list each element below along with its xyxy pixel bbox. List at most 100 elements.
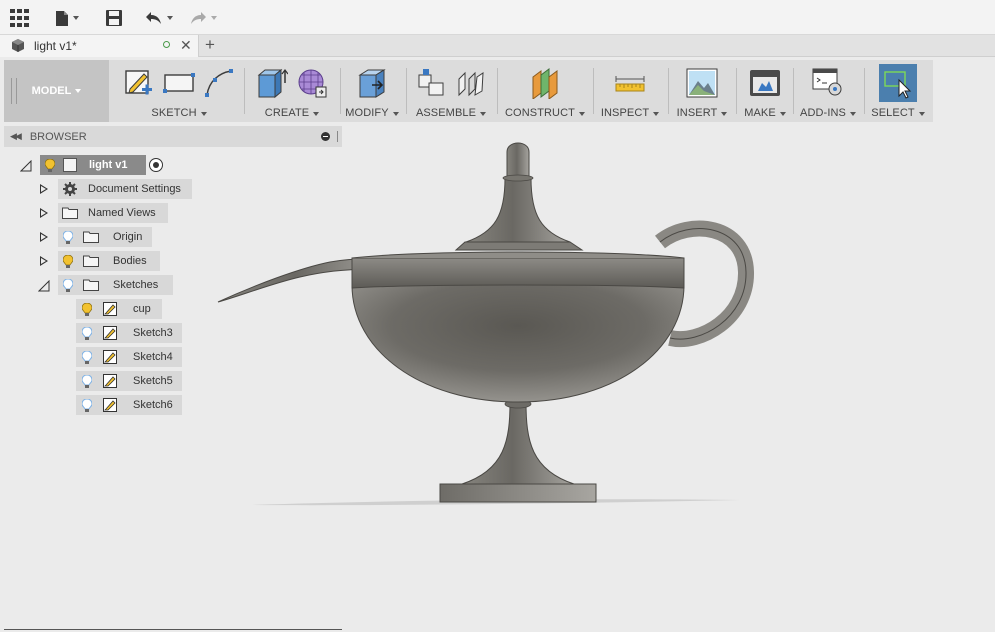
inspect-label: INSPECT	[600, 107, 650, 119]
chevron-down-icon	[779, 112, 786, 116]
browser-item-sketches[interactable]: Sketches	[58, 275, 173, 295]
sketch-label: Sketch3	[133, 327, 173, 339]
chevron-down-icon	[653, 112, 660, 116]
root-component-label: light v1	[89, 159, 128, 171]
expand-arrow-icon[interactable]	[40, 232, 48, 242]
assemble-group[interactable]: ASSEMBLE	[410, 60, 492, 122]
select-icon[interactable]	[879, 64, 917, 102]
new-tab-button[interactable]: +	[205, 35, 215, 55]
chevron-down-icon	[578, 112, 585, 116]
sketch-item-sketch3[interactable]: Sketch3	[76, 323, 182, 343]
document-tab[interactable]: light v1* ✕	[0, 35, 199, 57]
browser-item-label: Named Views	[88, 207, 156, 219]
file-icon	[56, 10, 68, 26]
collapse-arrow-icon[interactable]	[20, 160, 32, 172]
sketch-item-sketch5[interactable]: Sketch5	[76, 371, 182, 391]
chevron-down-icon	[73, 16, 79, 20]
create-sketch-icon[interactable]	[122, 66, 156, 100]
data-panel-button[interactable]	[10, 5, 30, 31]
chevron-down-icon	[211, 16, 217, 20]
new-component-icon[interactable]	[414, 66, 448, 100]
visibility-bulb-icon[interactable]	[61, 254, 75, 268]
chevron-down-icon	[167, 16, 173, 20]
expand-arrow-icon[interactable]	[40, 208, 48, 218]
sketch-icon	[102, 374, 118, 388]
component-icon	[63, 158, 77, 172]
browser-item-origin[interactable]: Origin	[58, 227, 152, 247]
viewport-canvas[interactable]	[200, 130, 980, 530]
inspect-group[interactable]: INSPECT	[597, 60, 663, 122]
browser-item-label: Origin	[113, 231, 143, 243]
form-icon[interactable]	[295, 66, 329, 100]
root-component-node[interactable]: light v1	[40, 155, 146, 175]
lamp-model[interactable]	[217, 142, 755, 503]
sketch-item-sketch4[interactable]: Sketch4	[76, 347, 182, 367]
visibility-bulb-icon[interactable]	[80, 350, 94, 364]
application-bar	[0, 0, 995, 35]
measure-icon[interactable]	[613, 66, 647, 100]
extrude-icon[interactable]	[255, 66, 289, 100]
make-group[interactable]: MAKE	[739, 60, 791, 122]
collapse-panel-icon[interactable]: ◀◀	[10, 131, 22, 142]
create-tools	[248, 66, 336, 102]
redo-icon	[191, 12, 206, 24]
construct-label: CONSTRUCT	[505, 107, 575, 119]
select-tools	[868, 64, 928, 102]
browser-item-bodies[interactable]: Bodies	[58, 251, 160, 271]
activate-radio-icon[interactable]	[149, 158, 163, 172]
rectangle-icon[interactable]	[162, 66, 196, 100]
visibility-bulb-icon[interactable]	[43, 158, 57, 172]
visibility-bulb-icon[interactable]	[80, 302, 94, 316]
select-group[interactable]: SELECT	[868, 60, 928, 122]
redo-button[interactable]	[189, 5, 217, 31]
visibility-bulb-icon[interactable]	[80, 398, 94, 412]
save-button[interactable]	[106, 5, 122, 31]
visibility-bulb-icon[interactable]	[61, 230, 75, 244]
arc-icon[interactable]	[202, 66, 236, 100]
expand-arrow-icon[interactable]	[40, 184, 48, 194]
browser-item-label: Document Settings	[88, 183, 181, 195]
modify-label: MODIFY	[345, 107, 389, 119]
offset-plane-icon[interactable]	[528, 66, 562, 100]
press-pull-icon[interactable]	[355, 66, 389, 100]
scripts-icon[interactable]	[811, 66, 845, 100]
insert-label: INSERT	[676, 107, 718, 119]
browser-title: BROWSER	[29, 130, 87, 143]
collapse-arrow-icon[interactable]	[38, 280, 50, 292]
modify-group[interactable]: MODIFY	[342, 60, 402, 122]
saved-status-icon	[163, 41, 170, 48]
folder-icon	[83, 278, 99, 292]
joint-icon[interactable]	[454, 66, 488, 100]
chevron-down-icon	[480, 112, 487, 116]
browser-item-named-views[interactable]: Named Views	[58, 203, 168, 223]
construct-group[interactable]: CONSTRUCT	[501, 60, 589, 122]
sketch-icon	[102, 326, 118, 340]
insert-group[interactable]: INSERT	[672, 60, 732, 122]
sketch-item-sketch6[interactable]: Sketch6	[76, 395, 182, 415]
insert-image-icon[interactable]	[685, 66, 719, 100]
close-tab-icon[interactable]: ✕	[180, 37, 192, 54]
add-ins-group[interactable]: ADD-INS	[796, 60, 860, 122]
undo-button[interactable]	[145, 5, 173, 31]
toolbar-divider	[497, 68, 498, 114]
chevron-down-icon	[313, 112, 320, 116]
toolbar-grip[interactable]	[11, 78, 17, 104]
visibility-bulb-icon[interactable]	[80, 326, 94, 340]
expand-arrow-icon[interactable]	[40, 256, 48, 266]
3d-print-icon[interactable]	[748, 66, 782, 100]
sketch-group[interactable]: SKETCH	[114, 60, 244, 122]
visibility-bulb-icon[interactable]	[80, 374, 94, 388]
sketch-label: Sketch6	[133, 399, 173, 411]
visibility-bulb-icon[interactable]	[61, 278, 75, 292]
workspace-switcher[interactable]: MODEL	[4, 60, 109, 122]
save-icon	[106, 10, 122, 26]
pin-icon[interactable]	[337, 131, 338, 142]
create-group[interactable]: CREATE	[248, 60, 336, 122]
minimize-icon[interactable]	[321, 132, 330, 141]
browser-item-document-settings[interactable]: Document Settings	[58, 179, 192, 199]
toolbar-divider	[668, 68, 669, 114]
sketch-item-cup[interactable]: cup	[76, 299, 162, 319]
browser-header[interactable]: ◀◀ BROWSER	[4, 126, 342, 147]
file-menu-button[interactable]	[55, 5, 79, 31]
sketch-label: SKETCH	[151, 107, 197, 119]
